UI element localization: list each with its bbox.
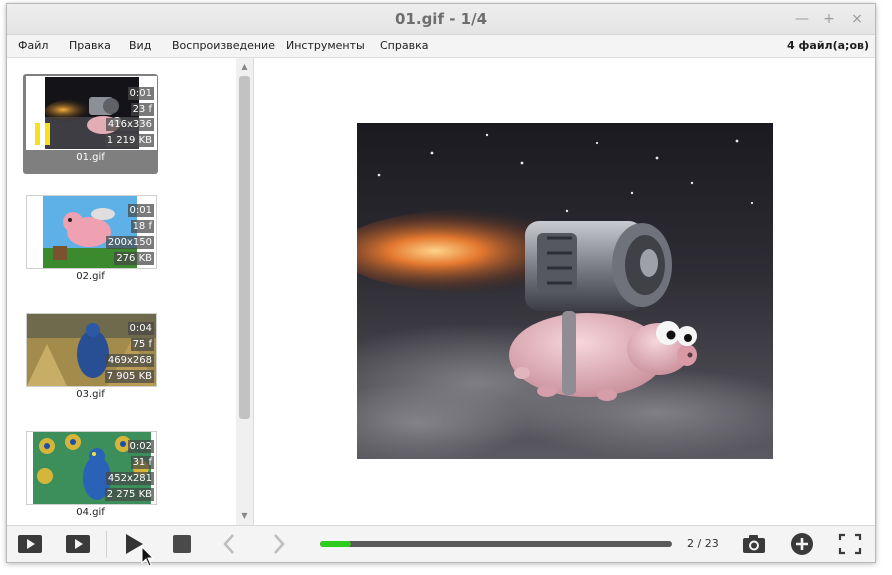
menu-playback[interactable]: Воспроизведение <box>172 39 275 52</box>
thumbnail-frames: 18 f <box>130 220 154 233</box>
thumbnail-frame: 0:04 75 f 469x268 7 905 KB <box>26 313 157 387</box>
scrollbar-thumb[interactable] <box>239 76 250 419</box>
thumbnail-frames: 31 f <box>130 456 154 469</box>
window-title: 01.gif - 1/4 <box>395 10 487 28</box>
scroll-down-icon[interactable]: ▼ <box>236 510 253 522</box>
title-bar[interactable]: 01.gif - 1/4 — + × <box>7 4 875 35</box>
thumbnail-sidebar: 0:01 23 f 416x336 1 219 KB 01.gif 0:01 1… <box>7 58 254 525</box>
app-window: 01.gif - 1/4 — + × Файл Правка Вид Воспр… <box>6 3 876 563</box>
camera-icon[interactable] <box>741 532 767 556</box>
next-arrow-icon[interactable] <box>265 532 291 556</box>
menu-view[interactable]: Вид <box>129 39 151 52</box>
playback-toolbar: 2 / 23 <box>7 525 875 562</box>
thumbnail-dimensions: 469x268 <box>105 354 154 367</box>
fullscreen-icon[interactable] <box>837 532 863 556</box>
thumbnail-frame: 0:01 23 f 416x336 1 219 KB <box>26 76 157 150</box>
stop-icon[interactable] <box>169 532 195 556</box>
image-viewer <box>256 58 875 525</box>
slideshow-icon[interactable] <box>17 532 43 556</box>
thumbnail-filesize: 1 219 KB <box>104 134 154 147</box>
menu-edit[interactable]: Правка <box>69 39 111 52</box>
sidebar-scrollbar[interactable]: ▲ ▼ <box>236 58 253 525</box>
pause-icon <box>35 123 55 145</box>
thumbnail-item-04[interactable]: 0:02 31 f 452x281 2 275 KB 04.gif <box>23 429 158 529</box>
thumbnail-duration: 0:01 <box>127 204 154 217</box>
thumbnail-duration: 0:04 <box>127 322 154 335</box>
thumbnail-duration: 0:01 <box>127 87 154 100</box>
thumbnail-item-03[interactable]: 0:04 75 f 469x268 7 905 KB 03.gif <box>23 311 158 411</box>
thumbnail-filesize: 276 KB <box>114 252 154 265</box>
mouse-cursor-icon <box>141 546 155 567</box>
play-next-icon[interactable] <box>65 532 91 556</box>
thumbnail-frames: 75 f <box>130 338 154 351</box>
file-count-label: 4 файл(а;ов) <box>787 39 869 52</box>
thumbnail-filename: 04.gif <box>76 507 105 518</box>
thumbnail-frame: 0:02 31 f 452x281 2 275 KB <box>26 431 157 505</box>
thumbnail-frames: 23 f <box>130 103 154 116</box>
thumbnail-filename: 02.gif <box>76 271 105 282</box>
thumbnail-dimensions: 452x281 <box>105 472 154 485</box>
thumbnail-filename: 01.gif <box>76 152 105 163</box>
thumbnail-dimensions: 200x150 <box>105 236 154 249</box>
minimize-button[interactable]: — <box>793 10 811 28</box>
thumbnail-frame: 0:01 18 f 200x150 276 KB <box>26 195 157 269</box>
scroll-up-icon[interactable]: ▲ <box>236 61 253 73</box>
playback-progress-fill <box>320 541 351 547</box>
menu-bar: Файл Правка Вид Воспроизведение Инструме… <box>7 35 875 58</box>
prev-arrow-icon[interactable] <box>217 532 243 556</box>
thumbnail-dimensions: 416x336 <box>105 118 154 131</box>
thumbnail-filename: 03.gif <box>76 389 105 400</box>
frame-counter: 2 / 23 <box>687 537 719 550</box>
maximize-button[interactable]: + <box>820 10 838 28</box>
thumbnail-duration: 0:02 <box>127 440 154 453</box>
thumbnail-filesize: 2 275 KB <box>104 488 154 501</box>
menu-help[interactable]: Справка <box>380 39 428 52</box>
main-gif-image-pig-jet[interactable] <box>357 123 773 459</box>
menu-tools[interactable]: Инструменты <box>286 39 365 52</box>
toolbar-separator <box>106 531 107 558</box>
thumbnail-item-02[interactable]: 0:01 18 f 200x150 276 KB 02.gif <box>23 193 158 293</box>
playback-progress-bar[interactable] <box>320 541 672 547</box>
close-button[interactable]: × <box>848 10 866 28</box>
thumbnail-item-01[interactable]: 0:01 23 f 416x336 1 219 KB 01.gif <box>23 74 158 174</box>
add-icon[interactable] <box>789 532 815 556</box>
thumbnail-filesize: 7 905 KB <box>104 370 154 383</box>
menu-file[interactable]: Файл <box>18 39 48 52</box>
